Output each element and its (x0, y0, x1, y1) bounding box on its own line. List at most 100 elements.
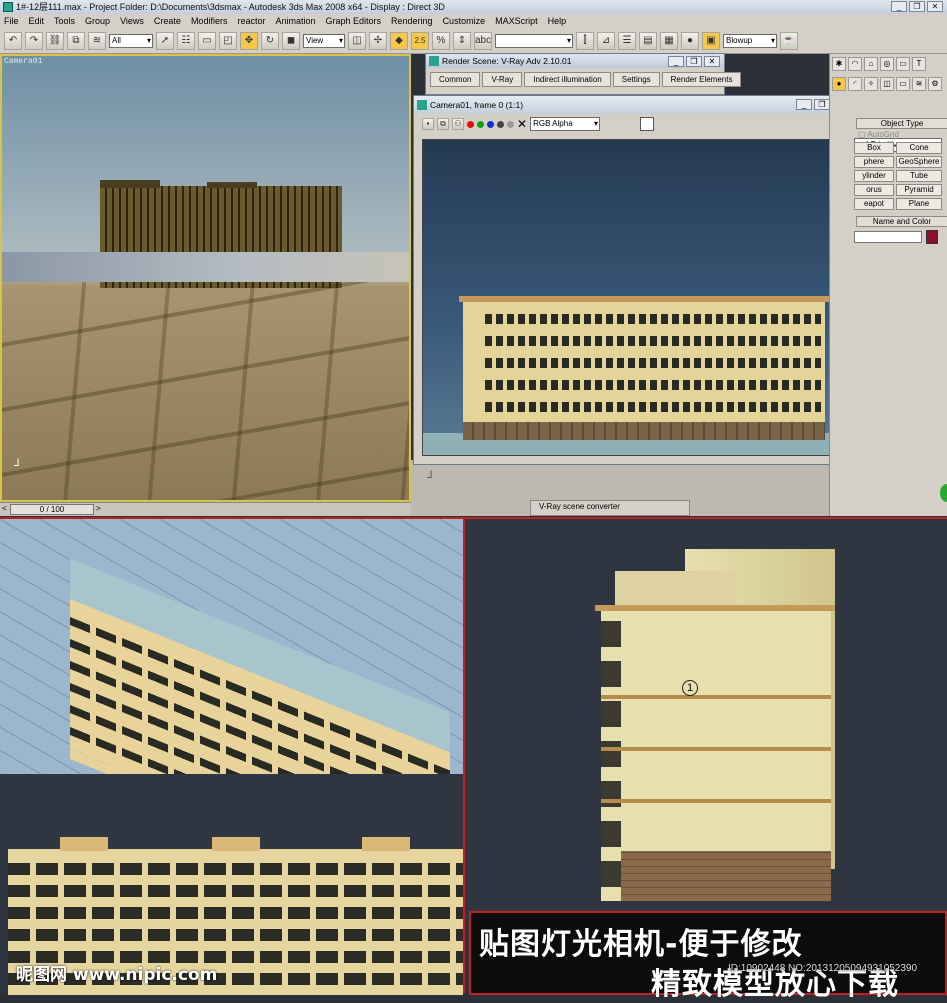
box-button[interactable]: Box (854, 142, 894, 154)
menu-item-maxscript[interactable]: MAXScript (495, 14, 538, 28)
window-crossing-icon[interactable]: ◰ (219, 31, 237, 50)
scale-icon[interactable]: ◼ (282, 31, 300, 50)
menu-item-rendering[interactable]: Rendering (391, 14, 433, 28)
camera-viewport[interactable]: Camera01 ⅃ (0, 54, 411, 502)
spacewarps-icon[interactable]: ≋ (912, 77, 926, 91)
name-and-color-rollout[interactable]: Name and Color (856, 216, 947, 227)
mono-channel-icon[interactable] (507, 120, 514, 128)
clear-icon[interactable]: ✕ (517, 117, 527, 131)
channel-select[interactable]: RGB Alpha (530, 117, 601, 131)
green-channel-icon[interactable] (477, 120, 484, 128)
restore-button[interactable]: ❐ (909, 1, 925, 12)
tab-vray[interactable]: V-Ray (482, 72, 523, 87)
menu-item-customize[interactable]: Customize (443, 14, 486, 28)
display-tab-icon[interactable]: ▭ (896, 57, 910, 71)
menu-item-modifiers[interactable]: Modifiers (191, 14, 228, 28)
restore-button[interactable]: ❐ (686, 56, 702, 67)
curve-editor-icon[interactable]: ▤ (639, 31, 657, 50)
tab-common[interactable]: Common (430, 72, 481, 87)
menu-item-create[interactable]: Create (154, 14, 181, 28)
angle-snap-icon[interactable]: 2.5 (411, 31, 429, 50)
percent-snap-icon[interactable]: % (432, 31, 450, 50)
menu-item-edit[interactable]: Edit (29, 14, 45, 28)
copy-icon[interactable]: ⚇ (452, 118, 464, 130)
move-icon[interactable]: ✥ (240, 31, 258, 50)
time-slider[interactable]: 0 / 100 (10, 504, 94, 515)
bind-spacewarp-icon[interactable]: ≋ (88, 31, 106, 50)
menu-item-views[interactable]: Views (120, 14, 144, 28)
restore-button[interactable]: ❐ (814, 99, 830, 110)
unlink-icon[interactable]: ⧉ (67, 31, 85, 50)
undo-icon[interactable]: ↶ (4, 31, 22, 50)
clone-icon[interactable]: ⧉ (437, 118, 449, 130)
selection-filter-select[interactable]: All (109, 33, 153, 48)
tab-render-elements[interactable]: Render Elements (661, 72, 742, 87)
save-image-icon[interactable]: ▪ (422, 118, 434, 130)
menu-item-group[interactable]: Group (85, 14, 110, 28)
sphere-button[interactable]: phere (854, 156, 894, 168)
plane-button[interactable]: Plane (896, 198, 942, 210)
schematic-view-icon[interactable]: ▦ (660, 31, 678, 50)
layer-manager-icon[interactable]: ☰ (618, 31, 636, 50)
reference-coord-select[interactable]: View (303, 33, 345, 48)
torus-button[interactable]: orus (854, 184, 894, 196)
spinner-snap-icon[interactable]: ⇕ (453, 31, 471, 50)
menu-item-file[interactable]: File (4, 14, 19, 28)
helpers-icon[interactable]: ▭ (896, 77, 910, 91)
cylinder-button[interactable]: ylinder (854, 170, 894, 182)
manipulate-icon[interactable]: ✢ (369, 31, 387, 50)
teapot-button[interactable]: eapot (854, 198, 894, 210)
rotate-icon[interactable]: ↻ (261, 31, 279, 50)
create-tab-icon[interactable]: ✱ (832, 57, 846, 71)
object-color-swatch[interactable] (926, 230, 938, 244)
object-name-input[interactable] (854, 231, 922, 243)
select-by-name-icon[interactable]: ☷ (177, 31, 195, 50)
autogrid-checkbox[interactable]: ▢ AutoGrid (858, 130, 899, 139)
blue-channel-icon[interactable] (487, 120, 494, 128)
geosphere-button[interactable]: GeoSphere (896, 156, 942, 168)
lights-icon[interactable]: ✧ (864, 77, 878, 91)
color-swatch[interactable] (640, 117, 654, 131)
tab-settings[interactable]: Settings (612, 72, 660, 87)
viewport-label[interactable]: Camera01 (4, 57, 42, 66)
material-editor-icon[interactable]: ● (681, 31, 699, 50)
link-icon[interactable]: ⛓ (46, 31, 64, 50)
menu-item-help[interactable]: Help (548, 14, 567, 28)
pivot-center-icon[interactable]: ◫ (348, 31, 366, 50)
time-slider-track[interactable]: 0 / 100 < > (0, 502, 411, 516)
red-channel-icon[interactable] (467, 120, 474, 128)
next-frame-icon[interactable]: > (96, 504, 101, 513)
select-object-icon[interactable]: ➚ (156, 31, 174, 50)
close-button[interactable]: ✕ (927, 1, 943, 12)
minimize-button[interactable]: _ (668, 56, 684, 67)
close-button[interactable]: ✕ (704, 56, 720, 67)
redo-icon[interactable]: ↷ (25, 31, 43, 50)
render-scene-icon[interactable]: ▣ (702, 31, 720, 50)
rect-selection-icon[interactable]: ▭ (198, 31, 216, 50)
edit-named-selection-icon[interactable]: abc (474, 31, 492, 50)
quick-render-icon[interactable]: ☕ (780, 31, 798, 50)
modify-tab-icon[interactable]: ◠ (848, 57, 862, 71)
systems-icon[interactable]: ⚙ (928, 77, 942, 91)
motion-tab-icon[interactable]: ◎ (880, 57, 894, 71)
mirror-icon[interactable]: ⫿ (576, 31, 594, 50)
vray-scene-converter[interactable]: V-Ray scene converter (530, 500, 690, 516)
alpha-channel-icon[interactable] (497, 120, 504, 128)
hierarchy-tab-icon[interactable]: ⌂ (864, 57, 878, 71)
utilities-tab-icon[interactable]: T (912, 57, 926, 71)
snap-toggle-icon[interactable]: ◆ (390, 31, 408, 50)
cameras-icon[interactable]: ◫ (880, 77, 894, 91)
minimize-button[interactable]: _ (891, 1, 907, 12)
prev-frame-icon[interactable]: < (2, 504, 7, 513)
menu-item-animation[interactable]: Animation (275, 14, 315, 28)
tab-indirect-illumination[interactable]: Indirect illumination (524, 72, 611, 87)
geometry-icon[interactable]: ● (832, 77, 846, 91)
pyramid-button[interactable]: Pyramid (896, 184, 942, 196)
cone-button[interactable]: Cone (896, 142, 942, 154)
named-selection-select[interactable] (495, 33, 573, 48)
menu-item-reactor[interactable]: reactor (237, 14, 265, 28)
menu-item-graph-editors[interactable]: Graph Editors (326, 14, 382, 28)
minimize-button[interactable]: _ (796, 99, 812, 110)
shapes-icon[interactable]: ◜ (848, 77, 862, 91)
menu-item-tools[interactable]: Tools (54, 14, 75, 28)
